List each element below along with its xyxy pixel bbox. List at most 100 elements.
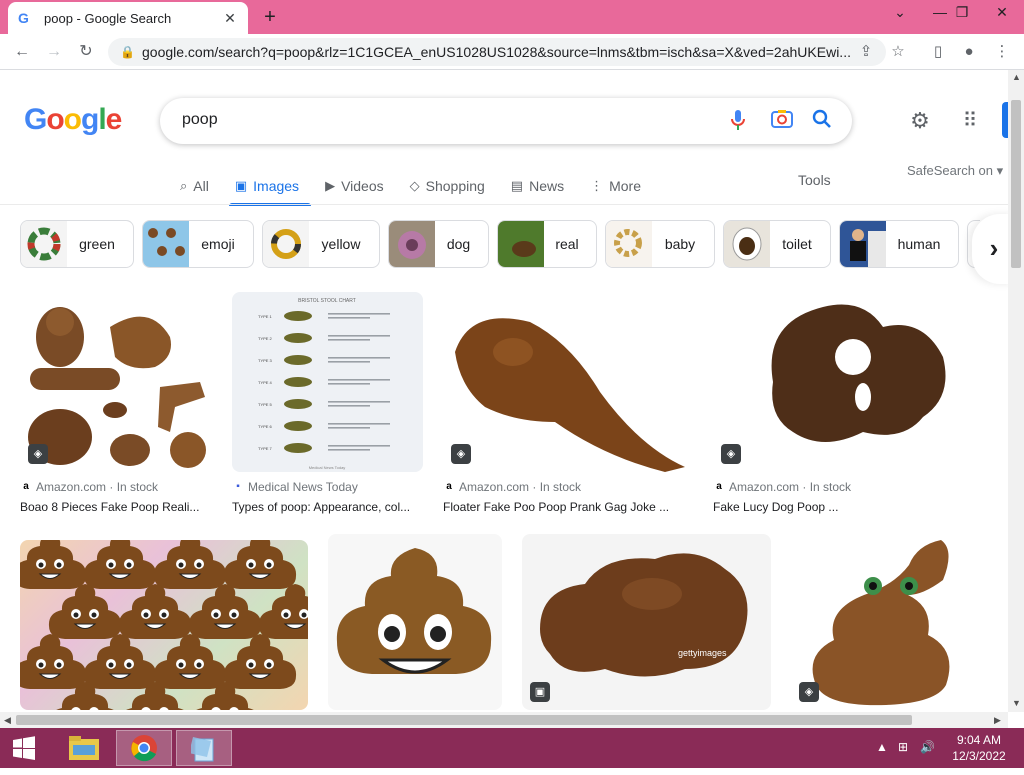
tab-label: All — [193, 178, 209, 194]
result-source[interactable]: a Amazon.com · In stock — [443, 480, 693, 494]
result-image[interactable]: gettyimages ▣ — [522, 534, 771, 710]
result-source[interactable]: ▪ Medical News Today — [232, 480, 423, 494]
stool-type-label: TYPE 4 — [258, 380, 273, 385]
notepad-icon[interactable] — [176, 730, 232, 766]
new-tab-button[interactable]: + — [258, 6, 282, 28]
result-card[interactable]: gettyimages ▣ — [522, 534, 771, 710]
browser-toolbar: ← → ↻ 🔒 google.com/search?q=poop&rlz=1C1… — [0, 34, 1024, 70]
chip-real[interactable]: real — [497, 220, 597, 268]
browser-tab[interactable]: G poop - Google Search ✕ — [8, 2, 248, 34]
tab-shopping[interactable]: ◇ Shopping — [410, 170, 485, 202]
poop-emoji-tile — [258, 584, 308, 639]
stool-type-label: TYPE 7 — [258, 446, 273, 451]
chip-human[interactable]: human — [839, 220, 959, 268]
tab-label: News — [529, 178, 565, 194]
result-image[interactable]: ◈ — [713, 292, 987, 472]
result-source[interactable]: a Amazon.com · In stock — [20, 480, 212, 494]
browser-title-bar: G poop - Google Search ✕ + ⌄ — ❐ ✕ — [0, 0, 1024, 34]
result-image[interactable] — [20, 540, 308, 710]
vertical-scrollbar[interactable]: ▲ ▼ — [1008, 70, 1024, 712]
chip-dog[interactable]: dog — [388, 220, 489, 268]
result-card[interactable]: BRISTOL STOOL CHART TYPE 1 TYPE 2 TYPE 3 TY… — [232, 292, 423, 514]
chip-emoji[interactable]: emoji — [142, 220, 254, 268]
browser-menu-icon[interactable]: ⋮ — [990, 40, 1014, 64]
microphone-icon[interactable] — [726, 109, 750, 133]
scroll-down-arrow-icon[interactable]: ▼ — [1012, 698, 1021, 708]
scroll-up-arrow-icon[interactable]: ▲ — [1012, 72, 1021, 82]
vertical-scroll-thumb[interactable] — [1011, 100, 1021, 268]
back-arrow-icon[interactable]: ← — [10, 40, 34, 64]
stool-description-line — [328, 317, 370, 319]
scroll-left-arrow-icon[interactable]: ◀ — [4, 715, 11, 726]
tab-close-icon[interactable]: ✕ — [222, 10, 238, 27]
tools-button[interactable]: Tools — [798, 172, 831, 188]
forward-arrow-icon[interactable]: → — [42, 40, 66, 64]
result-source[interactable]: a Amazon.com · In stock — [713, 480, 987, 494]
result-image[interactable] — [328, 534, 502, 710]
safesearch-dropdown[interactable]: SafeSearch on ▾ — [907, 163, 1003, 179]
result-card[interactable] — [20, 540, 308, 710]
horizontal-scroll-thumb[interactable] — [16, 715, 912, 725]
chip-label: human — [897, 236, 941, 252]
floater-fake-poo-image — [455, 318, 685, 472]
file-explorer-icon[interactable] — [56, 730, 112, 766]
chip-baby[interactable]: baby — [605, 220, 715, 268]
result-card[interactable]: ◈ — [791, 534, 987, 710]
profile-avatar-icon[interactable]: ● — [957, 40, 981, 64]
tab-images[interactable]: ▣ Images — [228, 170, 312, 206]
horizontal-scrollbar[interactable]: ◀ ▶ — [0, 712, 1008, 728]
chip-thumbnail — [21, 221, 67, 267]
lock-icon[interactable]: 🔒 — [120, 45, 135, 59]
stool-description-line — [328, 379, 390, 381]
result-card[interactable]: ◈ a Amazon.com · In stock Boao 8 Pieces F… — [20, 292, 212, 514]
logo-letter: o — [46, 103, 64, 136]
chip-toilet[interactable]: toilet — [723, 220, 831, 268]
tab-search-chevron-icon[interactable]: ⌄ — [884, 0, 916, 26]
show-hidden-icons-icon[interactable]: ▲ — [876, 740, 888, 754]
result-title[interactable]: Types of poop: Appearance, col... — [232, 500, 423, 514]
network-icon[interactable]: ⊞ — [898, 740, 908, 754]
search-input[interactable] — [180, 110, 700, 130]
restore-button[interactable]: ❐ — [946, 0, 978, 26]
result-image[interactable]: ◈ — [443, 292, 693, 472]
chip-label: dog — [446, 236, 471, 252]
chrome-icon[interactable] — [116, 730, 172, 766]
close-window-button[interactable]: ✕ — [986, 0, 1018, 26]
share-icon[interactable]: ⇪ — [854, 40, 878, 64]
result-title[interactable]: Floater Fake Poo Poop Prank Gag Joke ... — [443, 500, 693, 514]
result-card[interactable]: ◈ a Amazon.com · In stock Fake Lucy Dog P… — [713, 292, 987, 514]
system-clock[interactable]: 9:04 AM 12/3/2022 — [944, 732, 1014, 764]
tab-title: poop - Google Search — [44, 10, 172, 26]
tab-all[interactable]: ⌕ All — [180, 170, 209, 202]
poop-emoji-tile — [48, 584, 122, 639]
settings-gear-icon[interactable]: ⚙ — [907, 108, 933, 134]
volume-icon[interactable]: 🔊 — [920, 740, 935, 754]
chart-title: BRISTOL STOOL CHART — [298, 298, 356, 304]
chip-thumbnail — [389, 221, 435, 267]
result-image[interactable]: BRISTOL STOOL CHART TYPE 1 TYPE 2 TYPE 3 TY… — [232, 292, 423, 472]
address-bar[interactable]: 🔒 google.com/search?q=poop&rlz=1C1GCEA_e… — [108, 38, 886, 66]
result-image[interactable]: ◈ — [20, 292, 212, 472]
chip-yellow[interactable]: yellow — [262, 220, 380, 268]
result-title[interactable]: Boao 8 Pieces Fake Poop Reali... — [20, 500, 212, 514]
chip-green[interactable]: green — [20, 220, 134, 268]
amazon-favicon-icon: a — [716, 481, 722, 492]
side-panel-icon[interactable]: ▯ — [926, 40, 950, 64]
tab-more[interactable]: ⋮ More — [590, 170, 641, 202]
windows-start-icon[interactable] — [0, 730, 48, 766]
bookmark-star-icon[interactable]: ☆ — [886, 40, 910, 64]
result-image[interactable]: ◈ — [791, 534, 987, 710]
google-apps-icon[interactable]: ⠿ — [957, 108, 983, 134]
chip-label: real — [555, 236, 579, 252]
result-card[interactable] — [328, 534, 502, 710]
tab-videos[interactable]: ▶ Videos — [325, 170, 384, 202]
tab-news[interactable]: ▤ News — [511, 170, 564, 202]
camera-lens-icon[interactable] — [770, 109, 794, 133]
scroll-right-arrow-icon[interactable]: ▶ — [994, 715, 1001, 726]
reload-icon[interactable]: ↻ — [74, 40, 98, 64]
result-card[interactable]: ◈ a Amazon.com · In stock Floater Fake Po… — [443, 292, 693, 514]
windows-taskbar: ▲ ⊞ 🔊 9:04 AM 12/3/2022 — [0, 728, 1024, 768]
google-logo[interactable]: Google — [24, 103, 122, 137]
result-title[interactable]: Fake Lucy Dog Poop ... — [713, 500, 987, 514]
search-icon[interactable] — [810, 109, 834, 133]
